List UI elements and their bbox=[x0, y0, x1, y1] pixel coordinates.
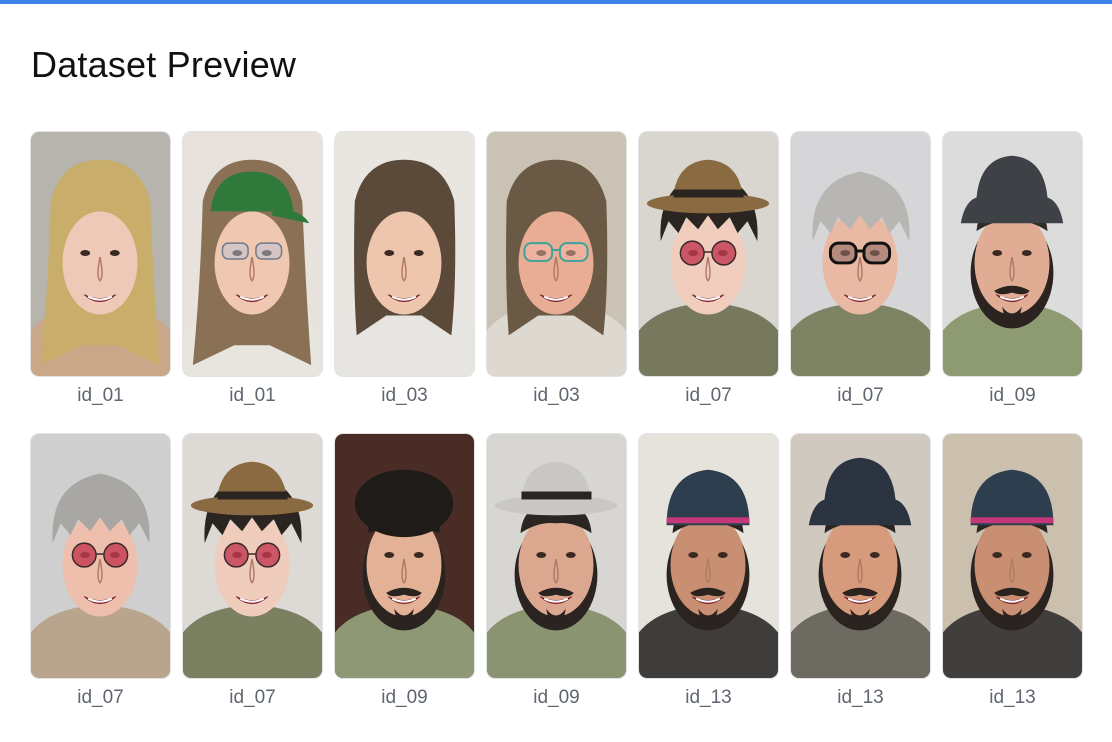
gallery-item[interactable]: id_01 bbox=[30, 131, 171, 433]
gallery-item[interactable]: id_07 bbox=[30, 433, 171, 735]
thumbnail-label: id_09 bbox=[533, 687, 580, 708]
thumbnail-image[interactable] bbox=[182, 131, 323, 377]
thumbnail-label: id_09 bbox=[381, 687, 428, 708]
thumbnail-label: id_03 bbox=[381, 385, 428, 406]
thumbnail-label: id_13 bbox=[685, 687, 732, 708]
thumbnail-label: id_07 bbox=[837, 385, 884, 406]
thumbnail-label: id_03 bbox=[533, 385, 580, 406]
gallery-item[interactable]: id_03 bbox=[334, 131, 475, 433]
thumbnail-label: id_07 bbox=[229, 687, 276, 708]
image-gallery: id_01 id_01 id_03 id_03 id_07 id_07 id_09 id_07… bbox=[30, 131, 1084, 735]
gallery-item[interactable]: id_07 bbox=[790, 131, 931, 433]
thumbnail-image[interactable] bbox=[942, 131, 1083, 377]
gallery-item[interactable]: id_09 bbox=[334, 433, 475, 735]
gallery-item[interactable]: id_09 bbox=[942, 131, 1083, 433]
thumbnail-image[interactable] bbox=[182, 433, 323, 679]
thumbnail-label: id_13 bbox=[837, 687, 884, 708]
gallery-item[interactable]: id_09 bbox=[486, 433, 627, 735]
thumbnail-image[interactable] bbox=[638, 131, 779, 377]
thumbnail-image[interactable] bbox=[790, 131, 931, 377]
thumbnail-image[interactable] bbox=[486, 433, 627, 679]
thumbnail-image[interactable] bbox=[486, 131, 627, 377]
gallery-item[interactable]: id_03 bbox=[486, 131, 627, 433]
gallery-item[interactable]: id_13 bbox=[790, 433, 931, 735]
thumbnail-label: id_01 bbox=[229, 385, 276, 406]
thumbnail-image[interactable] bbox=[30, 131, 171, 377]
page-title: Dataset Preview bbox=[31, 44, 297, 85]
dataset-preview-page: Dataset Preview id_01 id_01 id_03 id_03 id_0… bbox=[0, 0, 1112, 742]
thumbnail-image[interactable] bbox=[30, 433, 171, 679]
gallery-item[interactable]: id_13 bbox=[638, 433, 779, 735]
thumbnail-image[interactable] bbox=[942, 433, 1083, 679]
thumbnail-label: id_13 bbox=[989, 687, 1036, 708]
thumbnail-label: id_07 bbox=[685, 385, 732, 406]
thumbnail-image[interactable] bbox=[334, 433, 475, 679]
thumbnail-image[interactable] bbox=[790, 433, 931, 679]
gallery-item[interactable]: id_13 bbox=[942, 433, 1083, 735]
thumbnail-label: id_01 bbox=[77, 385, 124, 406]
gallery-item[interactable]: id_07 bbox=[638, 131, 779, 433]
thumbnail-image[interactable] bbox=[334, 131, 475, 377]
gallery-item[interactable]: id_07 bbox=[182, 433, 323, 735]
gallery-item[interactable]: id_01 bbox=[182, 131, 323, 433]
thumbnail-label: id_09 bbox=[989, 385, 1036, 406]
thumbnail-label: id_07 bbox=[77, 687, 124, 708]
thumbnail-image[interactable] bbox=[638, 433, 779, 679]
